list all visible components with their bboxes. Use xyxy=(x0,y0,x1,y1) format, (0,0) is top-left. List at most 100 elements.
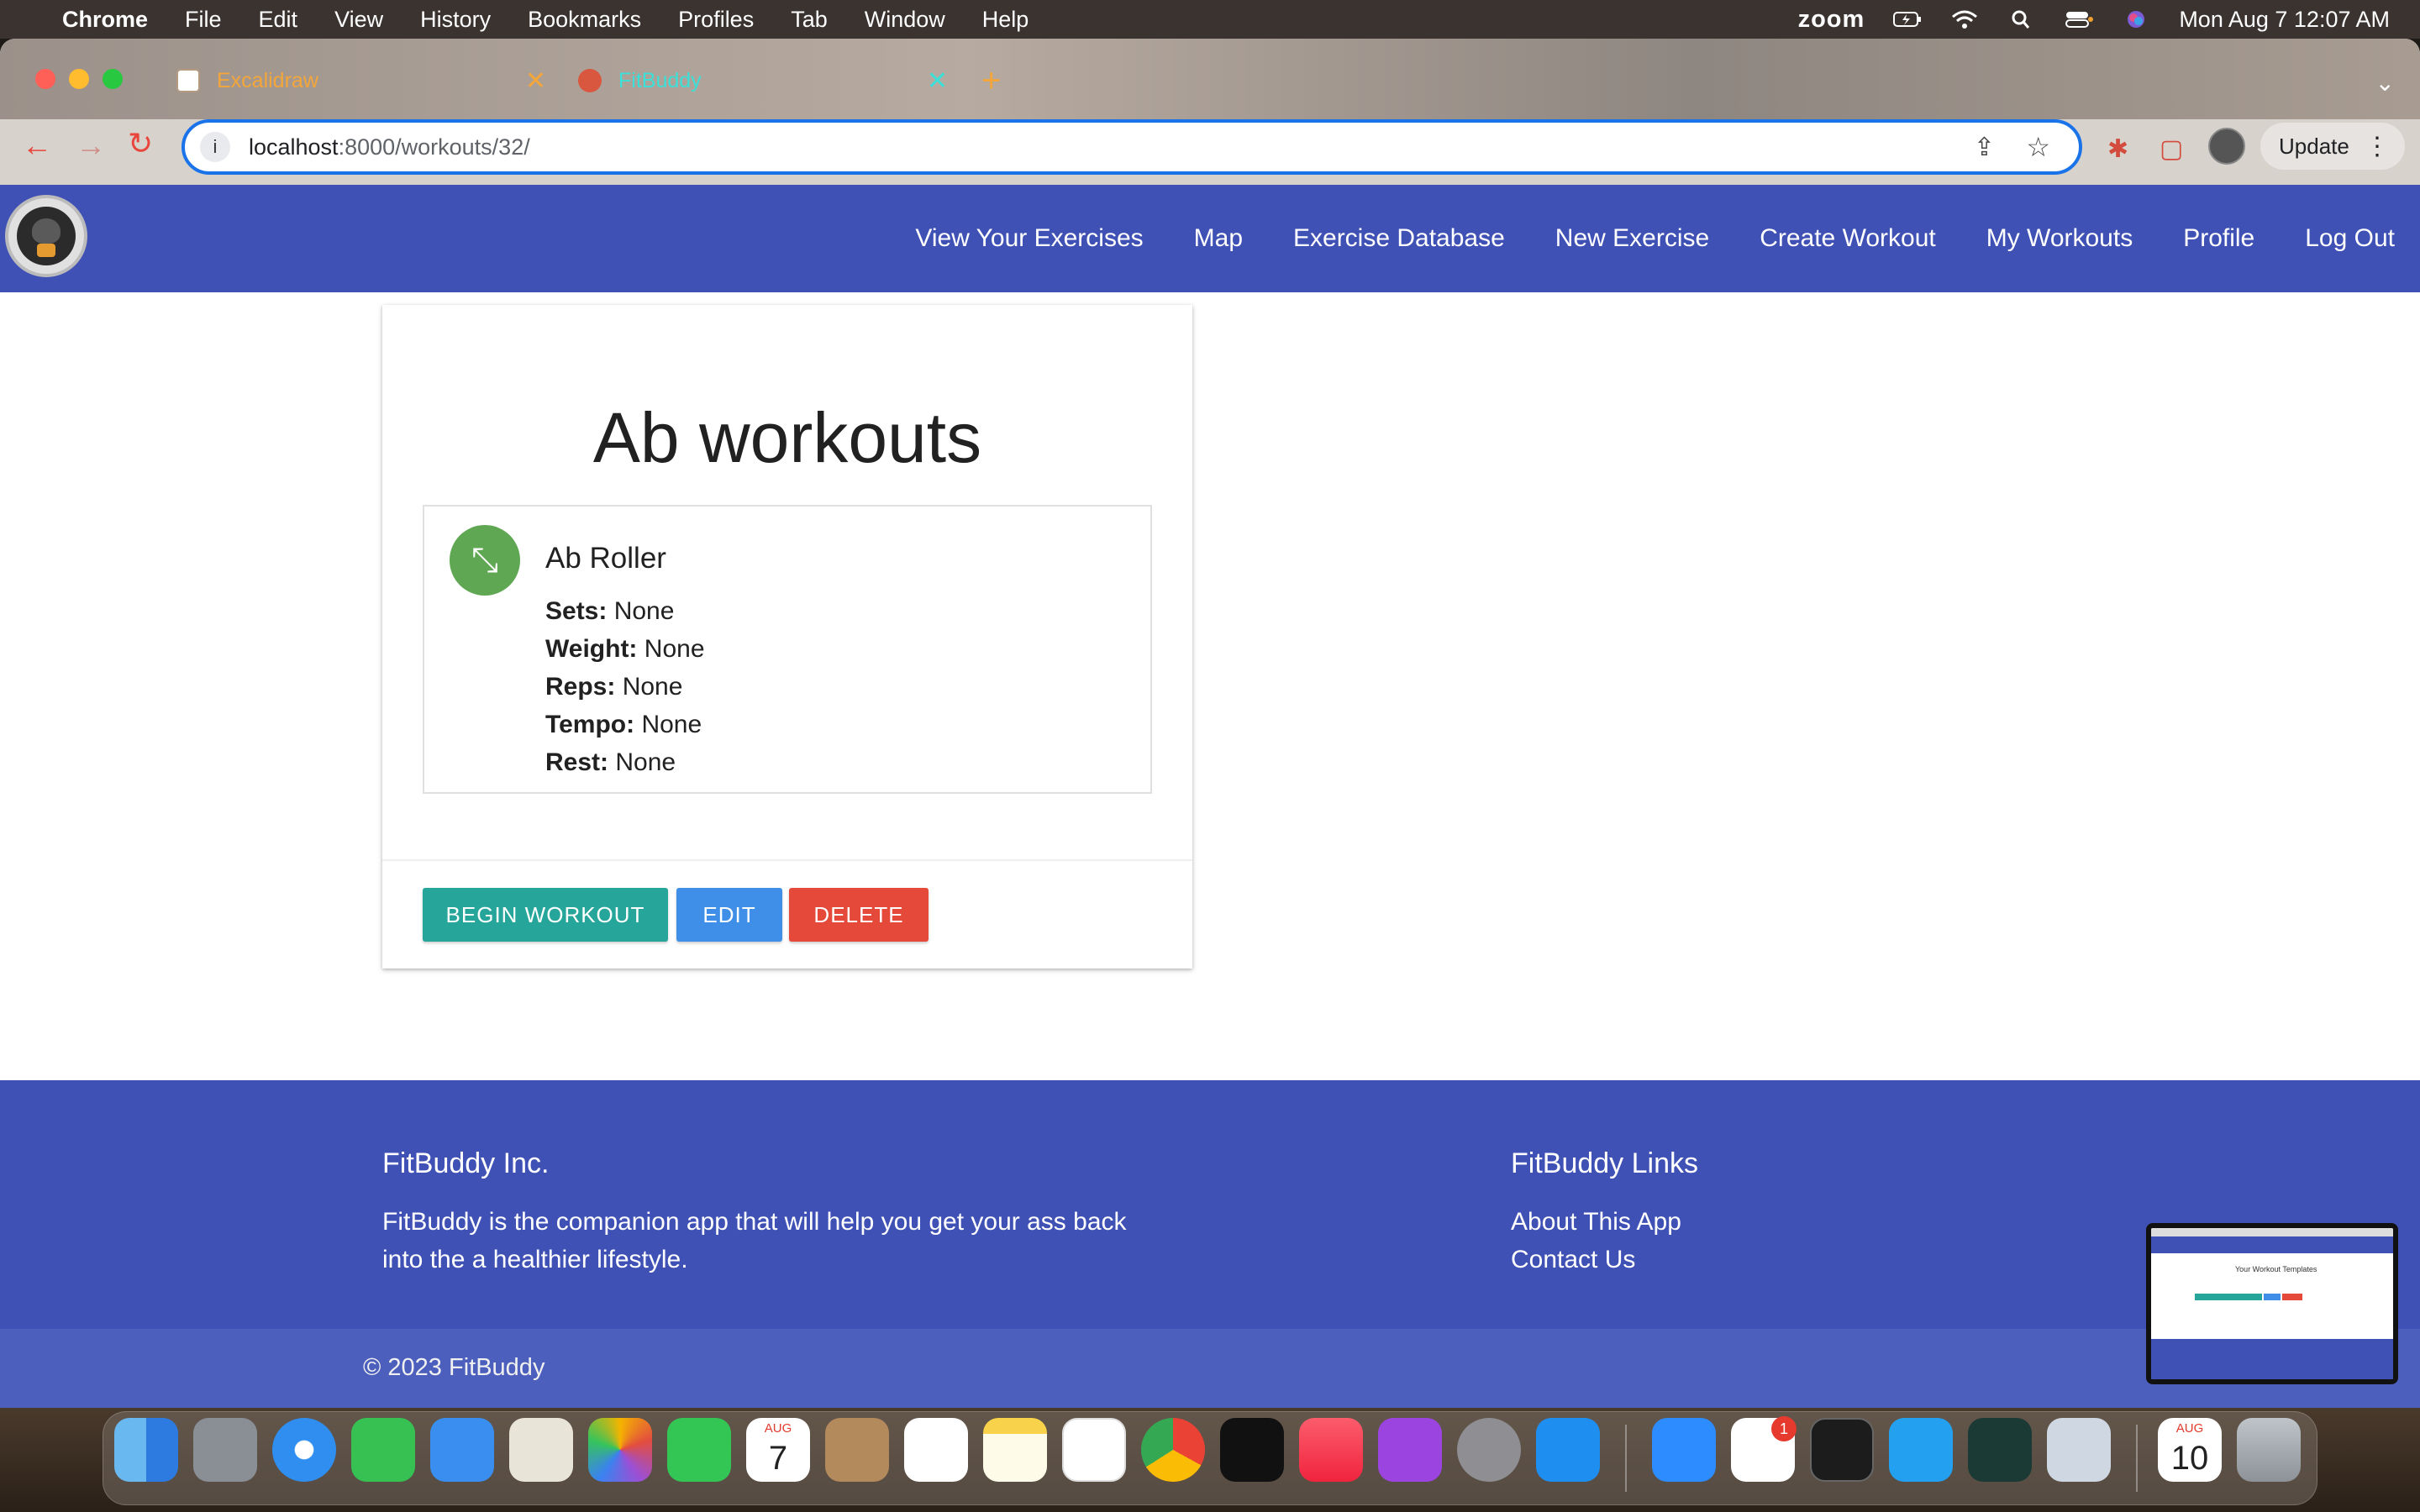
nav-view-exercises[interactable]: View Your Exercises xyxy=(915,224,1143,253)
exercise-tempo: Tempo: None xyxy=(545,711,702,738)
dock-separator xyxy=(2136,1425,2138,1492)
back-arrow-icon[interactable]: ← xyxy=(22,128,52,163)
menu-file[interactable]: File xyxy=(185,7,222,33)
nav-my-workouts[interactable]: My Workouts xyxy=(1986,224,2133,253)
tab-search-chevron-icon[interactable]: ⌄ xyxy=(2375,69,2395,97)
nav-create-workout[interactable]: Create Workout xyxy=(1760,224,1936,253)
site-footer: FitBuddy Inc. FitBuddy is the companion … xyxy=(0,1080,2420,1408)
window-minimize-button[interactable] xyxy=(69,69,89,89)
footer-link-contact[interactable]: Contact Us xyxy=(1511,1241,1635,1278)
preview-icon[interactable] xyxy=(2047,1418,2111,1482)
share-icon[interactable]: ⇪ xyxy=(1974,133,1995,162)
trash-icon[interactable] xyxy=(2237,1418,2301,1482)
zoom-app-icon[interactable] xyxy=(1652,1418,1716,1482)
nav-exercise-database[interactable]: Exercise Database xyxy=(1293,224,1505,253)
chrome-update-button[interactable]: Update ⋮ xyxy=(2260,123,2405,170)
calendar-day: 7 xyxy=(768,1440,788,1477)
window-fullscreen-button[interactable] xyxy=(103,69,123,89)
menu-edit[interactable]: Edit xyxy=(259,7,298,33)
address-bar[interactable]: i localhost:8000/workouts/32/ ⇪ ☆ xyxy=(182,119,2082,175)
mail-icon[interactable] xyxy=(430,1418,494,1482)
edit-button[interactable]: EDIT xyxy=(676,888,782,942)
podcasts-icon[interactable] xyxy=(1378,1418,1442,1482)
spotlight-search-icon[interactable] xyxy=(2007,9,2036,29)
app-store-icon[interactable] xyxy=(1536,1418,1600,1482)
battery-icon[interactable] xyxy=(1893,9,1922,29)
menu-bookmarks[interactable]: Bookmarks xyxy=(528,7,641,33)
begin-workout-button[interactable]: BEGIN WORKOUT xyxy=(423,888,668,942)
terminal-icon[interactable] xyxy=(1810,1418,1874,1482)
zoom-status-item[interactable]: zoom xyxy=(1798,6,1865,34)
exercise-reps: Reps: None xyxy=(545,673,683,701)
finder-icon[interactable] xyxy=(114,1418,178,1482)
footer-links-title: FitBuddy Links xyxy=(1511,1147,1698,1179)
footer-company-title: FitBuddy Inc. xyxy=(382,1147,550,1179)
dock-separator xyxy=(1625,1425,1627,1492)
site-info-icon[interactable]: i xyxy=(200,132,230,162)
menubar-datetime[interactable]: Mon Aug 7 12:07 AM xyxy=(2179,7,2390,33)
more-menu-icon[interactable]: ⋮ xyxy=(2365,132,2390,161)
new-tab-plus-icon[interactable]: + xyxy=(981,62,1001,100)
nav-new-exercise[interactable]: New Exercise xyxy=(1555,224,1709,253)
exercise-weight: Weight: None xyxy=(545,635,705,663)
safari-icon[interactable] xyxy=(272,1418,336,1482)
nav-log-out[interactable]: Log Out xyxy=(2305,224,2395,253)
fitbuddy-logo[interactable] xyxy=(5,195,87,277)
profile-avatar[interactable] xyxy=(2208,128,2245,165)
menu-tab[interactable]: Tab xyxy=(791,7,828,33)
nav-map[interactable]: Map xyxy=(1194,224,1243,253)
footer-link-about[interactable]: About This App xyxy=(1511,1203,1681,1241)
music-icon[interactable] xyxy=(1299,1418,1363,1482)
site-navbar: View Your Exercises Map Exercise Databas… xyxy=(0,185,2420,292)
url-text[interactable]: localhost:8000/workouts/32/ xyxy=(249,134,530,160)
menu-profiles[interactable]: Profiles xyxy=(678,7,754,33)
photos-icon[interactable] xyxy=(588,1418,652,1482)
maps-icon[interactable] xyxy=(509,1418,573,1482)
nav-links: View Your Exercises Map Exercise Databas… xyxy=(865,185,2395,292)
menu-window[interactable]: Window xyxy=(865,7,945,33)
calendar-month: AUG xyxy=(764,1421,792,1436)
siri-icon[interactable] xyxy=(2122,9,2150,29)
apple-tv-icon[interactable] xyxy=(1220,1418,1284,1482)
vscode-icon[interactable] xyxy=(1889,1418,1953,1482)
workout-card: Ab workouts ⤡ Ab Roller Sets: None Weigh… xyxy=(382,305,1192,969)
footer-about-text: FitBuddy is the companion app that will … xyxy=(382,1208,1127,1273)
page-viewport: View Your Exercises Map Exercise Databas… xyxy=(0,185,2420,1408)
exercise-item: ⤡ Ab Roller Sets: None Weight: None Reps… xyxy=(423,505,1152,794)
reload-icon[interactable]: ↻ xyxy=(128,126,153,161)
delete-button[interactable]: DELETE xyxy=(789,888,929,942)
exercise-details: Sets: None Weight: None Reps: None Tempo… xyxy=(545,592,705,781)
contacts-icon[interactable] xyxy=(825,1418,889,1482)
menu-history[interactable]: History xyxy=(420,7,491,33)
tab-close-icon[interactable]: ✕ xyxy=(927,66,948,96)
menu-app-chrome[interactable]: Chrome xyxy=(62,7,148,33)
thumbnail-title: Your Workout Templates xyxy=(2235,1265,2317,1273)
nav-profile[interactable]: Profile xyxy=(2183,224,2254,253)
exercise-name: Ab Roller xyxy=(545,542,666,575)
bookmark-star-icon[interactable]: ☆ xyxy=(2026,131,2050,163)
chrome-icon[interactable] xyxy=(1141,1418,1205,1482)
forward-arrow-icon[interactable]: → xyxy=(76,128,106,163)
expand-arrows-icon: ⤡ xyxy=(450,525,520,596)
tab-close-icon[interactable]: ✕ xyxy=(525,66,546,96)
screenshot-thumbnail[interactable]: Your Workout Templates xyxy=(2146,1223,2398,1384)
reminders-icon[interactable] xyxy=(904,1418,968,1482)
tab-excalidraw[interactable]: Excalidraw ✕ xyxy=(176,59,546,102)
system-settings-icon[interactable] xyxy=(1457,1418,1521,1482)
wifi-icon[interactable] xyxy=(1950,9,1979,29)
menu-view[interactable]: View xyxy=(334,7,383,33)
menu-help[interactable]: Help xyxy=(982,7,1029,33)
launchpad-icon[interactable] xyxy=(193,1418,257,1482)
workout-title: Ab workouts xyxy=(592,398,982,477)
tab-fitbuddy[interactable]: FitBuddy ✕ xyxy=(578,59,948,102)
window-close-button[interactable] xyxy=(35,69,55,89)
calendar2-month: AUG xyxy=(2175,1421,2204,1436)
freeform-icon[interactable] xyxy=(1062,1418,1126,1482)
notes-icon[interactable] xyxy=(983,1418,1047,1482)
gitkraken-icon[interactable] xyxy=(1968,1418,2032,1482)
extension-puzzle-icon[interactable]: ✱ xyxy=(2107,134,2128,164)
extension-square-icon[interactable]: ▢ xyxy=(2160,134,2183,164)
messages-icon[interactable] xyxy=(351,1418,415,1482)
facetime-icon[interactable] xyxy=(667,1418,731,1482)
control-center-icon[interactable] xyxy=(2065,9,2094,29)
